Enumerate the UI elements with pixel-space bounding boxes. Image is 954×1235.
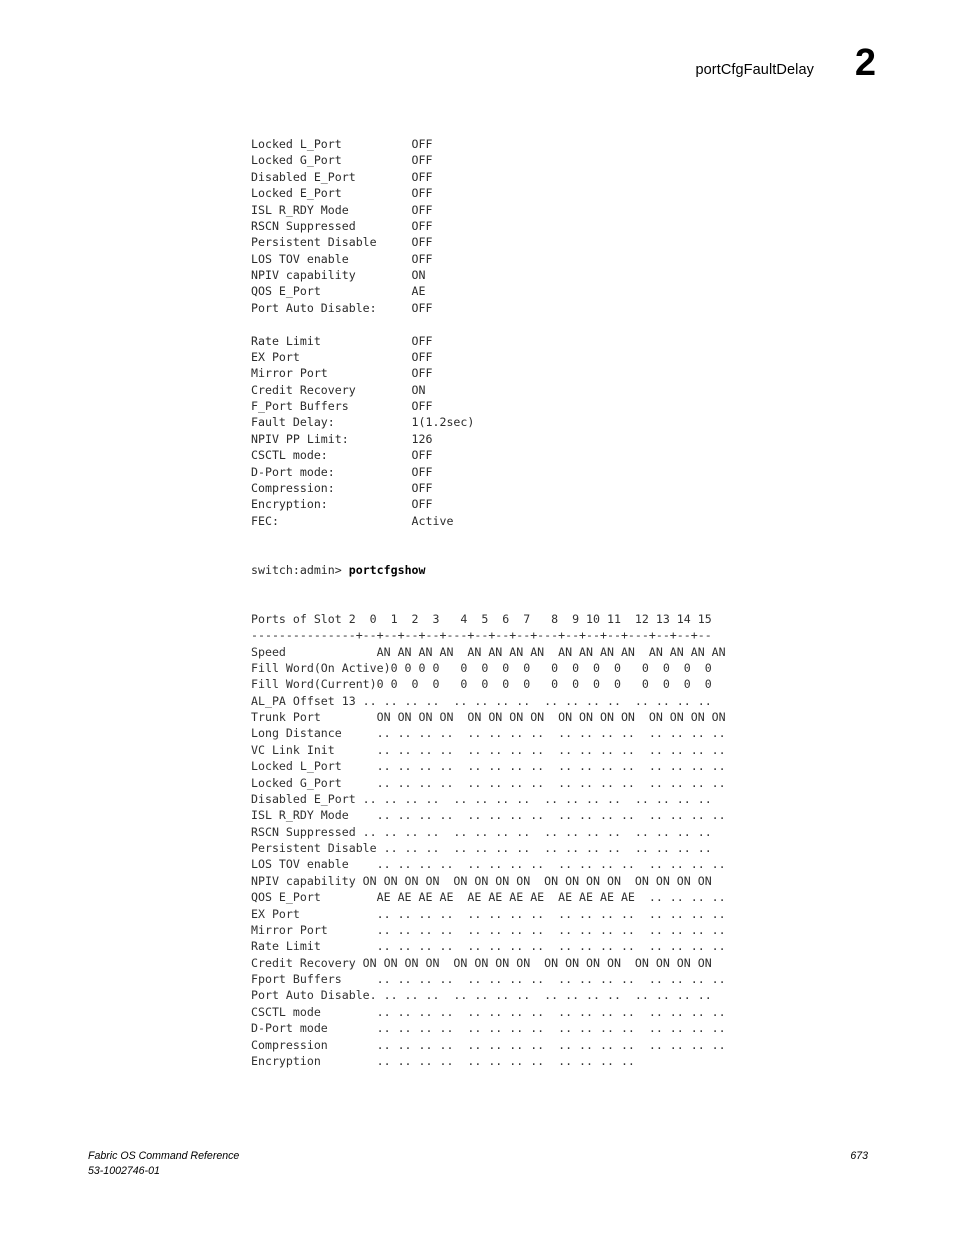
footer-document-reference: Fabric OS Command Reference 53-1002746-0…	[88, 1150, 240, 1177]
prompt-prefix: switch:admin>	[251, 562, 349, 577]
command-prompt-line: switch:admin> portcfgshow	[251, 562, 911, 578]
running-header: portCfgFaultDelay 2	[0, 44, 954, 98]
footer-page-number: 673	[850, 1150, 868, 1162]
portcfgshow-single-port-output: Locked L_Port OFF Locked G_Port OFF Disa…	[251, 137, 475, 528]
page-footer: Fabric OS Command Reference 53-1002746-0…	[0, 1149, 954, 1189]
chapter-number: 2	[854, 42, 876, 84]
command-portcfgshow: portcfgshow	[348, 562, 426, 577]
page-title: portCfgFaultDelay	[695, 62, 814, 78]
document-page: portCfgFaultDelay 2 Locked L_Port OFF Lo…	[0, 0, 954, 1235]
terminal-output-area: Locked L_Port OFF Locked G_Port OFF Disa…	[251, 136, 911, 1069]
portcfgshow-slot-table: Ports of Slot 2 0 1 2 3 4 5 6 7 8 9 10 1…	[251, 611, 726, 1068]
